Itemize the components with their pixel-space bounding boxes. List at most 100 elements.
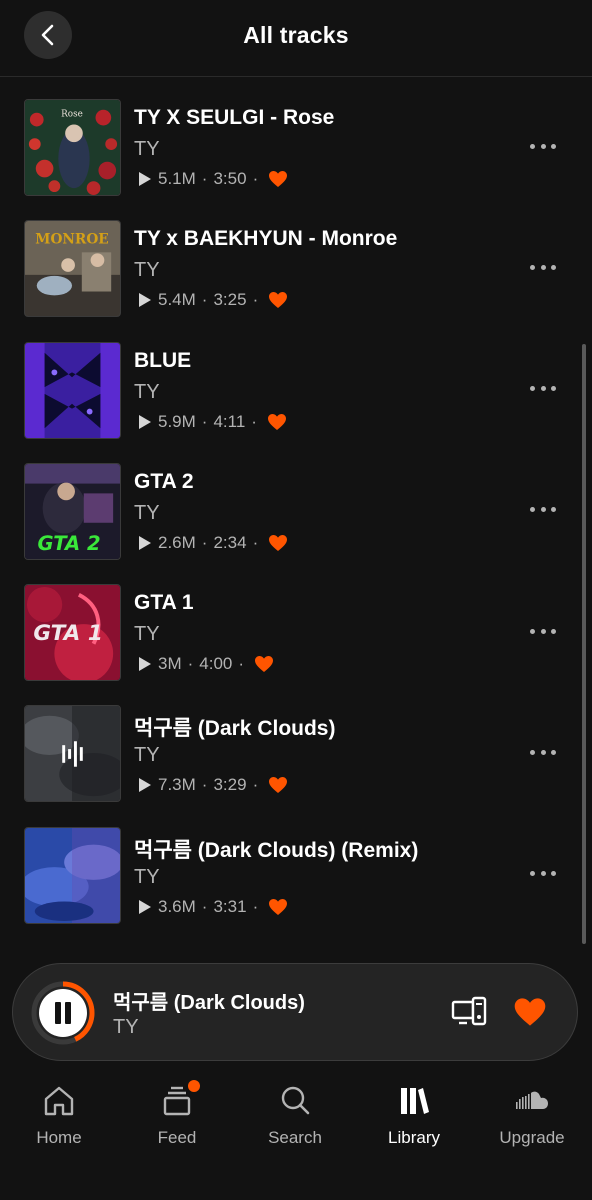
track-artwork [24,705,121,803]
separator-dot: · [251,411,257,431]
separator-dot: · [201,290,208,310]
heart-icon [514,998,546,1026]
track-title: TY X SEULGI - Rose [134,106,335,129]
svg-text:GTA 1: GTA 1 [33,621,102,646]
nav-feed[interactable]: Feed [118,1078,236,1158]
more-options-button[interactable] [530,384,556,394]
track-artist: TY [134,138,160,160]
separator-dot: · [201,411,208,431]
separator-dot: · [201,896,208,916]
separator-dot: · [187,654,194,674]
more-options-button[interactable] [530,869,556,879]
track-duration: 3:25 [213,290,247,310]
separator-dot: · [252,532,259,552]
separator-dot: · [252,775,259,795]
track-title: 먹구름 (Dark Clouds) (Remix) [134,838,419,862]
separator-dot: · [238,654,245,674]
track-row[interactable]: GTA 2 GTA 2 TY 2.6M · 2:34 · [0,462,592,584]
more-options-button[interactable] [530,505,556,515]
track-artwork: Rose [24,99,121,196]
search-icon [281,1086,310,1115]
scrollbar[interactable] [582,344,586,944]
liked-heart-icon [269,171,288,187]
nav-label: Home [36,1128,82,1147]
notification-badge [188,1080,200,1092]
liked-heart-icon [269,777,288,794]
soundcloud-icon [516,1091,548,1109]
nav-upgrade[interactable]: Upgrade [473,1078,591,1158]
play-count-icon [139,414,151,429]
home-icon [44,1086,74,1116]
track-title: TY x BAEKHYUN - Monroe [134,227,398,251]
player-track-title: 먹구름 (Dark Clouds) [113,992,305,1014]
nav-label: Search [268,1128,322,1147]
play-count-icon [139,657,151,672]
track-artwork [24,341,121,439]
track-meta: 5.9M · 4:11 · [138,412,287,432]
track-title: GTA 1 [134,591,194,615]
bottom-nav: Home Feed Search Library Upgrade [0,1078,592,1200]
page-title: All tracks [243,22,349,48]
track-meta: 5.4M · 3:25 · [138,290,288,310]
nav-library[interactable]: Library [355,1078,473,1158]
track-meta: 7.3M · 3:29 · [138,775,288,795]
track-meta: 3M · 4:00 · [138,654,274,674]
app-root: All tracks Rose TY X SEULGI - Rose TY 5.… [0,0,592,1200]
track-row[interactable]: GTA 1 GTA 1 TY 3M · 4:00 · [0,584,592,705]
liked-heart-icon [267,413,286,430]
track-artist: TY [134,744,160,767]
more-options-button[interactable] [530,747,556,757]
track-row[interactable]: MONROE TY x BAEKHYUN - Monroe TY 5.4M · … [0,220,592,341]
connect-device-button[interactable] [451,996,487,1028]
liked-heart-icon [269,534,288,551]
nav-search[interactable]: Search [236,1078,354,1158]
pause-button[interactable] [31,981,95,1045]
svg-text:GTA 2: GTA 2 [37,532,100,555]
track-row[interactable]: Rose TY X SEULGI - Rose TY 5.1M · 3:50 · [0,99,592,220]
play-count-icon [139,778,151,793]
nav-label: Upgrade [499,1128,565,1147]
liked-heart-icon [269,292,288,309]
play-count-icon [139,535,151,550]
track-meta: 2.6M · 2:34 · [138,533,288,553]
play-count-icon [139,172,151,186]
separator-dot: · [201,169,208,188]
track-artist: TY [134,501,160,524]
mini-player[interactable]: 먹구름 (Dark Clouds) TY [12,963,578,1061]
more-options-button[interactable] [530,141,556,151]
separator-dot: · [252,290,259,310]
track-meta: 3.6M · 3:31 · [138,897,288,917]
track-duration: 3:50 [213,169,247,188]
play-count-icon [139,293,151,308]
track-row[interactable]: 먹구름 (Dark Clouds) (Remix) TY 3.6M · 3:31… [0,826,592,948]
separator-dot: · [252,169,259,188]
play-count: 3M [158,654,182,674]
track-title: GTA 2 [134,469,194,493]
nav-label: Library [388,1128,440,1147]
track-list: Rose TY X SEULGI - Rose TY 5.1M · 3:50 · [0,99,592,948]
track-artist: TY [134,259,160,282]
play-count: 3.6M [158,896,196,916]
track-duration: 2:34 [213,532,247,552]
track-artist: TY [134,623,160,646]
more-options-button[interactable] [530,262,556,272]
nav-label: Feed [157,1128,197,1147]
track-row[interactable]: 먹구름 (Dark Clouds) TY 7.3M · 3:29 · [0,705,592,826]
play-count: 5.9M [158,411,196,431]
track-duration: 4:00 [199,654,233,674]
track-artist: TY [134,865,160,888]
library-icon [401,1088,429,1114]
track-duration: 3:31 [213,896,247,916]
track-artist: TY [134,380,160,403]
play-count: 7.3M [158,775,196,795]
devices-icon [451,996,487,1026]
track-title: BLUE [134,348,192,372]
track-row[interactable]: BLUE TY 5.9M · 4:11 · [0,341,592,463]
track-artwork: MONROE [24,220,121,318]
separator-dot: · [201,775,208,795]
svg-text:MONROE: MONROE [35,232,108,248]
nav-home[interactable]: Home [0,1078,118,1158]
like-button[interactable] [513,996,547,1028]
more-options-button[interactable] [530,626,556,636]
separator-dot: · [252,896,259,916]
